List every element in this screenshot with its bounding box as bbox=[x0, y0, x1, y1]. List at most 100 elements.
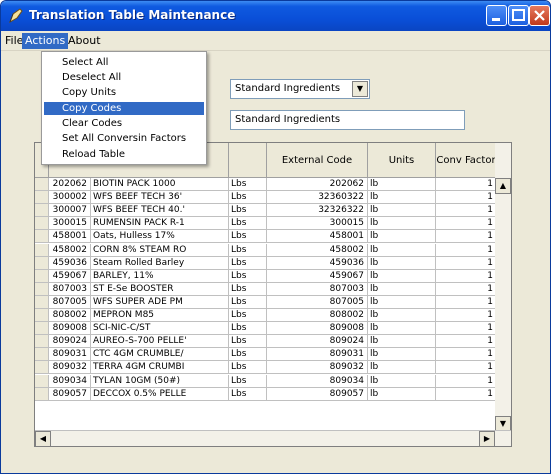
external-code-cell: 808002 bbox=[267, 309, 368, 322]
row-selector[interactable] bbox=[35, 178, 49, 191]
description-field[interactable]: Standard Ingredients bbox=[230, 110, 465, 130]
maximize-button[interactable] bbox=[508, 5, 529, 26]
row-selector[interactable] bbox=[35, 243, 49, 257]
item-code-cell: 300007 bbox=[49, 204, 91, 218]
dropdown-arrow-button[interactable]: ▼ bbox=[352, 81, 368, 97]
table-row[interactable]: 809057 DECCOX 0.5% PELLE Lbs 809057 lb 1 bbox=[35, 387, 511, 401]
table-row[interactable]: 458001 Oats, Hulless 17% Lbs 458001 lb 1 bbox=[35, 230, 511, 244]
description-value: Standard Ingredients bbox=[235, 114, 341, 125]
conv-factor-cell: 1 bbox=[436, 348, 497, 362]
item-code-cell: 807003 bbox=[49, 282, 91, 296]
external-code-cell: 458001 bbox=[267, 230, 368, 244]
menu-clear-codes[interactable]: Clear Codes bbox=[44, 117, 204, 130]
translation-grid[interactable]: External Code Units Conv Factor 202062 BI… bbox=[34, 142, 512, 447]
conv-factor-cell: 1 bbox=[436, 191, 497, 205]
row-selector[interactable] bbox=[35, 374, 49, 388]
minimize-button[interactable] bbox=[486, 5, 507, 26]
row-selector[interactable] bbox=[35, 295, 49, 309]
row-selector[interactable] bbox=[35, 191, 49, 205]
menu-select-all[interactable]: Select All bbox=[44, 56, 204, 69]
header-external-code[interactable]: External Code bbox=[267, 143, 368, 178]
vertical-scrollbar[interactable]: ▲ ▼ bbox=[495, 143, 511, 432]
unit-cell: Lbs bbox=[229, 361, 267, 375]
item-name-cell: CORN 8% STEAM RO bbox=[91, 243, 229, 257]
table-row[interactable]: 459067 BARLEY, 11% Lbs 459067 lb 1 bbox=[35, 269, 511, 283]
table-row[interactable]: 807003 ST E-Se BOOSTER Lbs 807003 lb 1 bbox=[35, 282, 511, 296]
row-selector[interactable] bbox=[35, 282, 49, 296]
units-cell: lb bbox=[368, 374, 436, 388]
external-code-cell: 32326322 bbox=[267, 204, 368, 218]
table-row[interactable]: 809031 CTC 4GM CRUMBLE/Lbs 809031 lb 1 bbox=[35, 348, 511, 362]
item-code-cell: 809034 bbox=[49, 374, 91, 388]
scroll-left-button[interactable]: ◀ bbox=[35, 431, 51, 447]
row-selector[interactable] bbox=[35, 256, 49, 270]
header-conv-factor[interactable]: Conv Factor bbox=[436, 143, 497, 178]
table-select-value: Standard Ingredients bbox=[235, 83, 341, 94]
item-code-cell: 202062 bbox=[49, 178, 91, 191]
table-row[interactable]: 300015 RUMENSIN PACK R-1 Lbs 300015 lb 1 bbox=[35, 217, 511, 231]
row-selector[interactable] bbox=[35, 348, 49, 362]
units-cell: lb bbox=[368, 361, 436, 375]
scroll-up-button[interactable]: ▲ bbox=[495, 178, 511, 194]
row-selector[interactable] bbox=[35, 322, 49, 336]
row-selector[interactable] bbox=[35, 309, 49, 322]
scroll-right-button[interactable]: ▶ bbox=[479, 431, 495, 447]
menu-file[interactable]: File bbox=[5, 34, 23, 47]
units-cell: lb bbox=[368, 309, 436, 322]
item-name-cell: AUREO-S-700 PELLE' bbox=[91, 335, 229, 349]
minimize-icon bbox=[492, 18, 500, 21]
item-name-cell: ST E-Se BOOSTER bbox=[91, 282, 229, 296]
menu-deselect-all[interactable]: Deselect All bbox=[44, 71, 204, 84]
table-row[interactable]: 807005 WFS SUPER ADE PM Lbs 807005 lb 1 bbox=[35, 295, 511, 309]
table-row[interactable]: 300002 WFS BEEF TECH 36' Lbs 32360322 lb 1 bbox=[35, 191, 511, 205]
title-bar[interactable]: Translation Table Maintenance bbox=[1, 1, 550, 31]
table-row[interactable]: 809032 TERRA 4GM CRUMBI Lbs 809032 lb 1 bbox=[35, 361, 511, 375]
close-button[interactable] bbox=[529, 5, 550, 26]
item-code-cell: 809024 bbox=[49, 335, 91, 349]
item-code-cell: 808002 bbox=[49, 309, 91, 322]
header-units[interactable]: Units bbox=[368, 143, 436, 178]
conv-factor-cell: 1 bbox=[436, 295, 497, 309]
horizontal-scrollbar[interactable]: ◀ ▶ bbox=[35, 430, 511, 447]
menu-copy-codes[interactable]: Copy Codes bbox=[44, 102, 204, 115]
menu-reload-table[interactable]: Reload Table bbox=[44, 148, 204, 161]
table-row[interactable]: 202062 BIOTIN PACK 1000 Lbs 202062 lb 1 bbox=[35, 178, 511, 191]
row-selector[interactable] bbox=[35, 230, 49, 244]
table-row[interactable]: 809008 SCI-NIC-C/ST Lbs 809008 lb 1 bbox=[35, 322, 511, 336]
row-selector[interactable] bbox=[35, 335, 49, 349]
table-row[interactable]: 808002 MEPRON M85 Lbs 808002 lb 1 bbox=[35, 309, 511, 322]
unit-cell: Lbs bbox=[229, 191, 267, 205]
units-cell: lb bbox=[368, 269, 436, 283]
external-code-cell: 809024 bbox=[267, 335, 368, 349]
units-cell: lb bbox=[368, 282, 436, 296]
row-selector[interactable] bbox=[35, 269, 49, 283]
table-row[interactable]: 459036 Steam Rolled Barley Lbs 459036 lb 1 bbox=[35, 256, 511, 270]
table-row[interactable]: 458002 CORN 8% STEAM RO Lbs 458002 lb 1 bbox=[35, 243, 511, 257]
menu-copy-units[interactable]: Copy Units bbox=[44, 86, 204, 99]
row-selector[interactable] bbox=[35, 387, 49, 401]
close-icon bbox=[534, 10, 545, 21]
table-row[interactable]: 809034 TYLAN 10GM (50#) Lbs 809034 lb 1 bbox=[35, 374, 511, 388]
item-name-cell: TYLAN 10GM (50#) bbox=[91, 374, 229, 388]
item-code-cell: 809008 bbox=[49, 322, 91, 336]
table-row[interactable]: 809024 AUREO-S-700 PELLE' Lbs 809024 lb 1 bbox=[35, 335, 511, 349]
menu-set-all-conversin-factors[interactable]: Set All Conversin Factors bbox=[44, 132, 204, 145]
row-selector[interactable] bbox=[35, 204, 49, 218]
unit-cell: Lbs bbox=[229, 217, 267, 231]
unit-cell: Lbs bbox=[229, 269, 267, 283]
menu-actions[interactable]: Actions bbox=[22, 33, 69, 49]
menu-about[interactable]: About bbox=[68, 34, 101, 47]
table-row[interactable]: 300007 WFS BEEF TECH 40.' Lbs 32326322 lb 1 bbox=[35, 204, 511, 218]
unit-cell: Lbs bbox=[229, 309, 267, 322]
row-selector[interactable] bbox=[35, 361, 49, 375]
item-code-cell: 300002 bbox=[49, 191, 91, 205]
item-name-cell: WFS BEEF TECH 36' bbox=[91, 191, 229, 205]
units-cell: lb bbox=[368, 243, 436, 257]
actions-menu-dropdown: Select All Deselect All Copy Units Copy … bbox=[41, 51, 207, 165]
table-select-dropdown[interactable]: Standard Ingredients ▼ bbox=[230, 79, 370, 99]
item-code-cell: 809031 bbox=[49, 348, 91, 362]
unit-cell: Lbs bbox=[229, 243, 267, 257]
row-selector[interactable] bbox=[35, 217, 49, 231]
conv-factor-cell: 1 bbox=[436, 243, 497, 257]
conv-factor-cell: 1 bbox=[436, 335, 497, 349]
